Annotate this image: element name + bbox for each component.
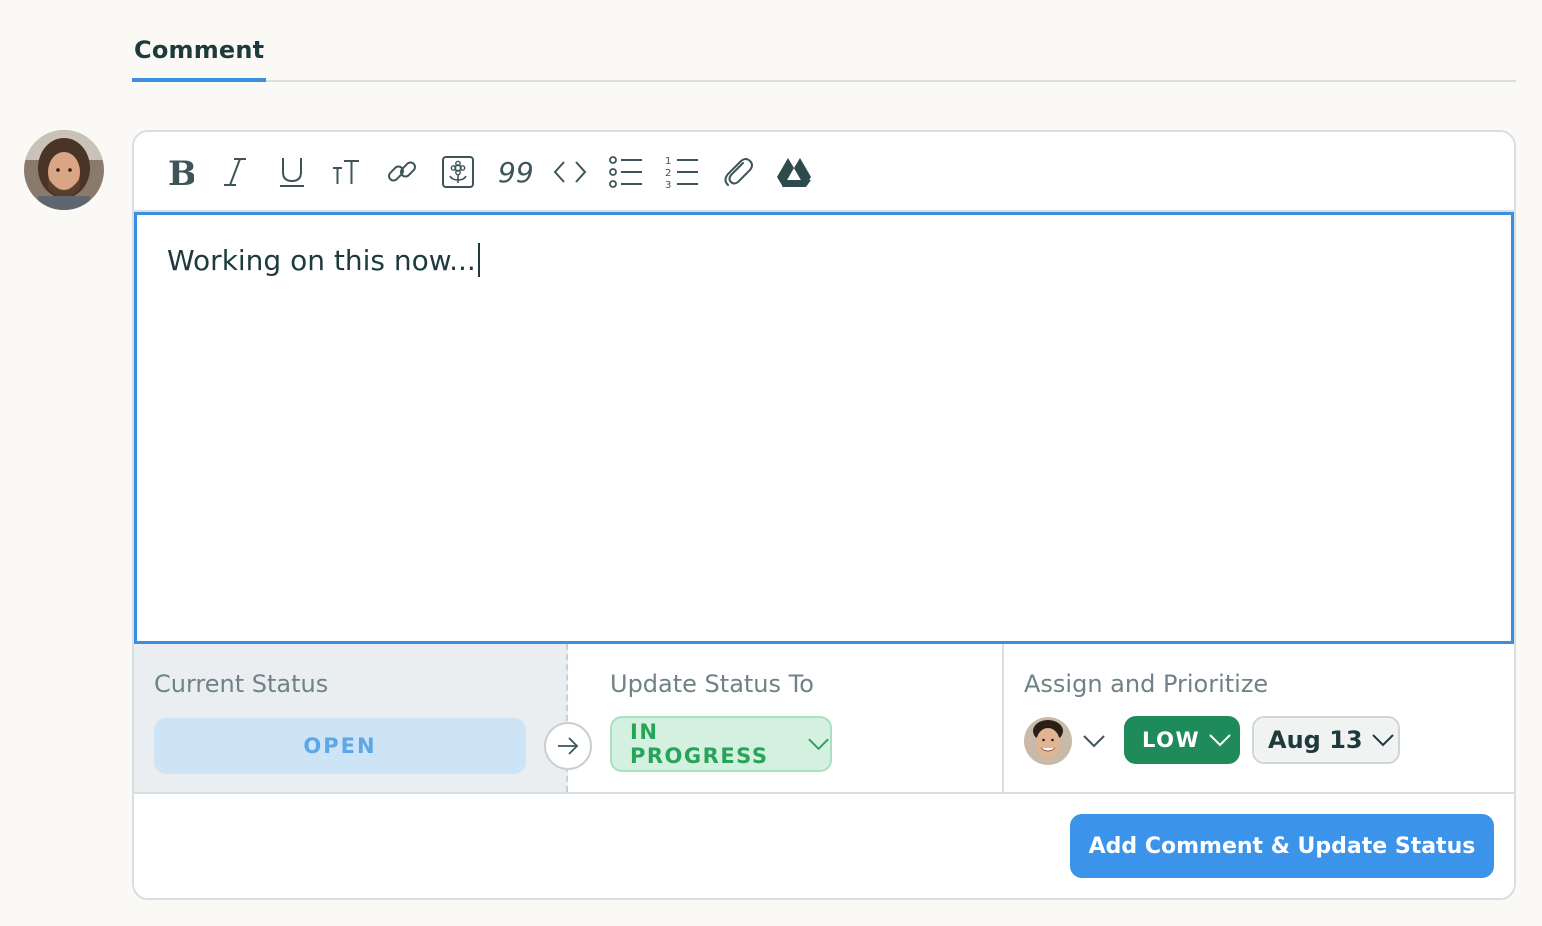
assignee-avatar: [1024, 717, 1072, 765]
update-status-section: Update Status To IN PROGRESS: [568, 644, 1004, 792]
svg-text:99: 99: [498, 156, 532, 188]
link-icon[interactable]: [380, 150, 424, 194]
due-date-value: Aug 13: [1268, 726, 1363, 754]
update-status-dropdown[interactable]: IN PROGRESS: [610, 716, 832, 772]
priority-value: LOW: [1142, 728, 1201, 752]
quote-icon[interactable]: 99: [492, 150, 536, 194]
code-icon[interactable]: [548, 150, 592, 194]
chevron-down-icon: [808, 738, 829, 751]
google-drive-icon[interactable]: [772, 150, 816, 194]
svg-text:2: 2: [665, 168, 671, 179]
assignee-dropdown[interactable]: [1024, 716, 1110, 766]
priority-dropdown[interactable]: LOW: [1124, 716, 1240, 764]
underline-icon[interactable]: [270, 150, 314, 194]
current-status-label: Current Status: [154, 670, 329, 698]
comment-card: B 99 123 Working on this now... Current …: [132, 130, 1516, 900]
add-comment-update-status-button[interactable]: Add Comment & Update Status: [1070, 814, 1494, 878]
chevron-down-icon: [1083, 735, 1105, 748]
bullet-list-icon[interactable]: [604, 150, 648, 194]
arrow-right-icon: [544, 722, 592, 770]
assign-prioritize-label: Assign and Prioritize: [1024, 670, 1269, 698]
chevron-down-icon: [1371, 734, 1394, 747]
update-status-value: IN PROGRESS: [630, 720, 769, 768]
update-status-label: Update Status To: [610, 670, 814, 698]
text-caret: [477, 243, 480, 277]
italic-icon[interactable]: [214, 150, 258, 194]
commenter-avatar: [24, 130, 104, 210]
svg-text:1: 1: [665, 156, 671, 167]
tab-comment[interactable]: Comment: [132, 36, 267, 82]
due-date-dropdown[interactable]: Aug 13: [1252, 716, 1400, 764]
numbered-list-icon[interactable]: 123: [660, 150, 704, 194]
comment-editor[interactable]: Working on this now...: [134, 212, 1514, 644]
image-icon[interactable]: [436, 150, 480, 194]
attachment-icon[interactable]: [716, 150, 760, 194]
formatting-toolbar: B 99 123: [134, 132, 1514, 212]
chevron-down-icon: [1209, 734, 1231, 747]
svg-text:3: 3: [665, 180, 671, 189]
bold-icon[interactable]: B: [158, 150, 202, 194]
assign-prioritize-section: Assign and Prioritize LOW Aug 13: [1004, 644, 1514, 792]
comment-text: Working on this now...: [167, 243, 480, 277]
current-status-badge: OPEN: [154, 718, 526, 774]
svg-text:B: B: [168, 156, 194, 188]
text-size-icon[interactable]: [324, 150, 368, 194]
current-status-section: Current Status OPEN: [134, 644, 568, 792]
status-row: Current Status OPEN Update Status To IN …: [134, 644, 1514, 794]
tab-bar: Comment: [132, 0, 1516, 82]
